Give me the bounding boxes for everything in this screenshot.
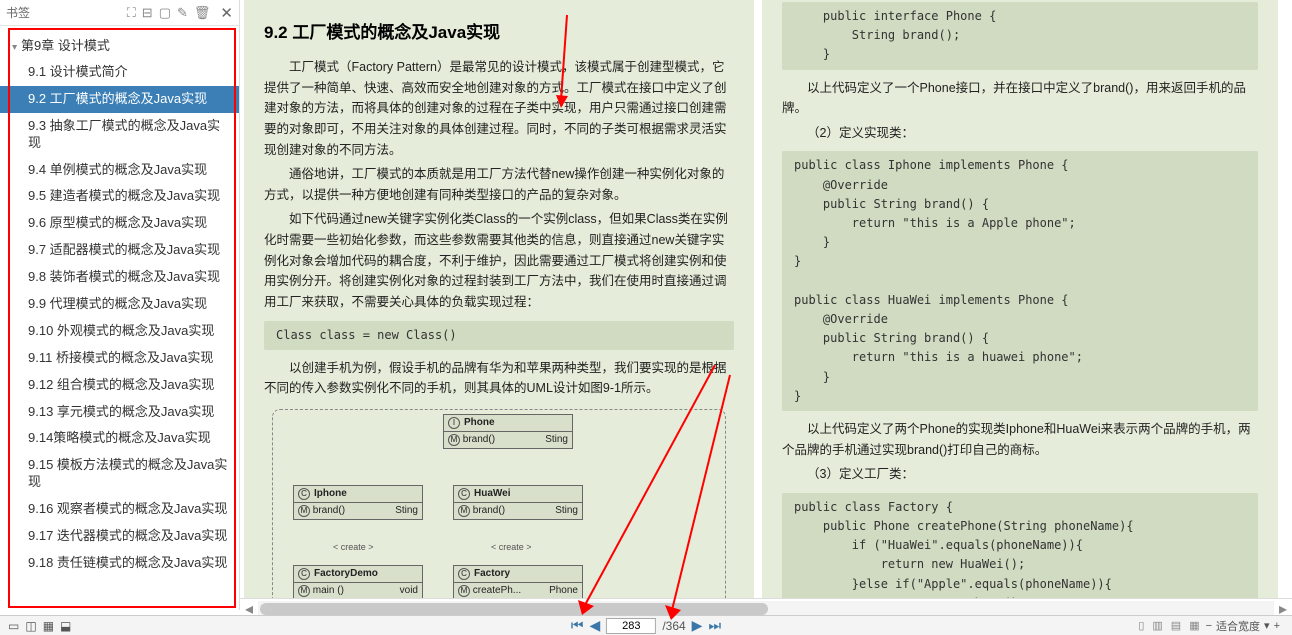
toc-item[interactable]: 9.1 设计模式简介 [0, 59, 239, 86]
first-page-icon[interactable]: ⏮ [571, 617, 584, 634]
paragraph: 以创建手机为例，假设手机的品牌有华为和苹果两种类型，我们要实现的是根据不同的传入… [264, 358, 734, 399]
zoom-in-icon[interactable]: + [1274, 620, 1280, 632]
zoom-controls: ▯ ▥ ▤ ▦ − 适合宽度 ▾ + [1136, 618, 1280, 634]
paragraph: 以上代码定义了两个Phone的实现类Iphone和HuaWei来表示两个品牌的手… [782, 419, 1258, 460]
bookmark-icon[interactable]: ▢ [159, 5, 171, 21]
sidebar-tools: ⛶ ⊟ ▢ ✎ 🗑 [127, 5, 211, 21]
last-page-icon[interactable]: ⏭ [708, 617, 721, 634]
toc-item[interactable]: 9.18 责任链模式的概念及Java实现 [0, 550, 239, 577]
close-icon[interactable]: ✕ [220, 4, 233, 22]
layout3-icon[interactable]: ▤ [1171, 619, 1181, 632]
toc-item[interactable]: 9.10 外观模式的概念及Java实现 [0, 318, 239, 345]
toc-chapter[interactable]: 第9章 设计模式 [0, 30, 239, 59]
page-right: public interface Phone { String brand();… [762, 0, 1278, 598]
code-block: public class Iphone implements Phone { @… [782, 151, 1258, 410]
toc-item[interactable]: 9.14策略模式的概念及Java实现 [0, 425, 239, 452]
layout2-icon[interactable]: ▥ [1152, 619, 1162, 632]
expand-icon[interactable]: ⛶ [127, 5, 136, 21]
toc-item[interactable]: 9.15 模板方法模式的概念及Java实现 [0, 452, 239, 496]
page-left: 9.2 工厂模式的概念及Java实现 工厂模式（Factory Pattern）… [244, 0, 754, 598]
zoom-out-icon[interactable]: − [1206, 620, 1212, 632]
page-nav: ⏮ ◀ /364 ▶ ⏭ [571, 617, 721, 634]
uml-class: FactoryDemo [314, 568, 378, 579]
scroll-thumb[interactable] [260, 603, 768, 615]
toc-item[interactable]: 9.17 迭代器模式的概念及Java实现 [0, 523, 239, 550]
bookmarks-sidebar: 书签 ⛶ ⊟ ▢ ✎ 🗑 ✕ 第9章 设计模式 9.1 设计模式简介9.2 工厂… [0, 0, 240, 610]
toc-item[interactable]: 9.5 建造者模式的概念及Java实现 [0, 183, 239, 210]
toc-item[interactable]: 9.11 桥接模式的概念及Java实现 [0, 345, 239, 372]
uml-class: HuaWei [474, 488, 511, 499]
uml-class: Iphone [314, 488, 347, 499]
uml-label: < create > [491, 542, 532, 552]
toc-item[interactable]: 9.4 单例模式的概念及Java实现 [0, 157, 239, 184]
toc-item[interactable]: 9.2 工厂模式的概念及Java实现 [0, 86, 239, 113]
toc-item[interactable]: 9.12 组合模式的概念及Java实现 [0, 372, 239, 399]
sidebar-header: 书签 ⛶ ⊟ ▢ ✎ 🗑 ✕ [0, 0, 239, 26]
prev-page-icon[interactable]: ◀ [590, 617, 601, 634]
paragraph: （3）定义工厂类： [782, 464, 1258, 485]
paragraph: 以上代码定义了一个Phone接口，并在接口中定义了brand()，用来返回手机的… [782, 78, 1258, 119]
toc-item[interactable]: 9.13 享元模式的概念及Java实现 [0, 399, 239, 426]
paragraph: 工厂模式（Factory Pattern）是最常见的设计模式，该模式属于创建型模… [264, 57, 734, 160]
toc-item[interactable]: 9.8 装饰者模式的概念及Java实现 [0, 264, 239, 291]
layout4-icon[interactable]: ▦ [1189, 619, 1199, 632]
document-viewport: 9.2 工厂模式的概念及Java实现 工厂模式（Factory Pattern）… [240, 0, 1292, 598]
paragraph: 如下代码通过new关键字实例化类Class的一个实例class，但如果Class… [264, 209, 734, 312]
page-total: /364 [662, 619, 685, 633]
status-bar: ▭ ◫ ▦ ⬓ ⏮ ◀ /364 ▶ ⏭ ▯ ▥ ▤ ▦ − 适合宽度 ▾ + [0, 615, 1292, 635]
code-block: public interface Phone { String brand();… [782, 2, 1258, 70]
dropdown-icon[interactable]: ▾ [1264, 619, 1270, 632]
uml-diagram: IPhoneM brand()Sting CIphoneM brand()Sti… [272, 409, 726, 598]
uml-label: < create > [333, 542, 374, 552]
section-heading: 9.2 工厂模式的概念及Java实现 [264, 18, 734, 43]
toc: 第9章 设计模式 9.1 设计模式简介9.2 工厂模式的概念及Java实现9.3… [0, 26, 239, 581]
fit-label[interactable]: 适合宽度 [1216, 618, 1260, 634]
collapse-icon[interactable]: ⊟ [142, 5, 153, 21]
toc-item[interactable]: 9.16 观察者模式的概念及Java实现 [0, 496, 239, 523]
view-tools: ▭ ◫ ▦ ⬓ [0, 619, 240, 633]
page-input[interactable] [606, 618, 656, 634]
toc-item[interactable]: 9.3 抽象工厂模式的概念及Java实现 [0, 113, 239, 157]
view3-icon[interactable]: ▦ [43, 619, 54, 633]
toc-item[interactable]: 9.6 原型模式的概念及Java实现 [0, 210, 239, 237]
next-page-icon[interactable]: ▶ [692, 617, 703, 634]
view2-icon[interactable]: ◫ [25, 619, 36, 633]
toc-item[interactable]: 9.9 代理模式的概念及Java实现 [0, 291, 239, 318]
paragraph: （2）定义实现类： [782, 123, 1258, 144]
code-block: public class Factory { public Phone crea… [782, 493, 1258, 598]
add-icon[interactable]: ✎ [177, 5, 188, 21]
sidebar-title: 书签 [6, 4, 30, 21]
view1-icon[interactable]: ▭ [8, 619, 19, 633]
code-block: Class class = new Class() [264, 321, 734, 350]
view4-icon[interactable]: ⬓ [60, 619, 71, 633]
paragraph: 通俗地讲，工厂模式的本质就是用工厂方法代替new操作创建一种实例化对象的方式，以… [264, 164, 734, 205]
uml-class: Factory [474, 568, 510, 579]
layout1-icon[interactable]: ▯ [1138, 619, 1144, 632]
toc-item[interactable]: 9.7 适配器模式的概念及Java实现 [0, 237, 239, 264]
uml-class: Phone [464, 417, 495, 428]
delete-icon[interactable]: 🗑 [194, 5, 211, 21]
